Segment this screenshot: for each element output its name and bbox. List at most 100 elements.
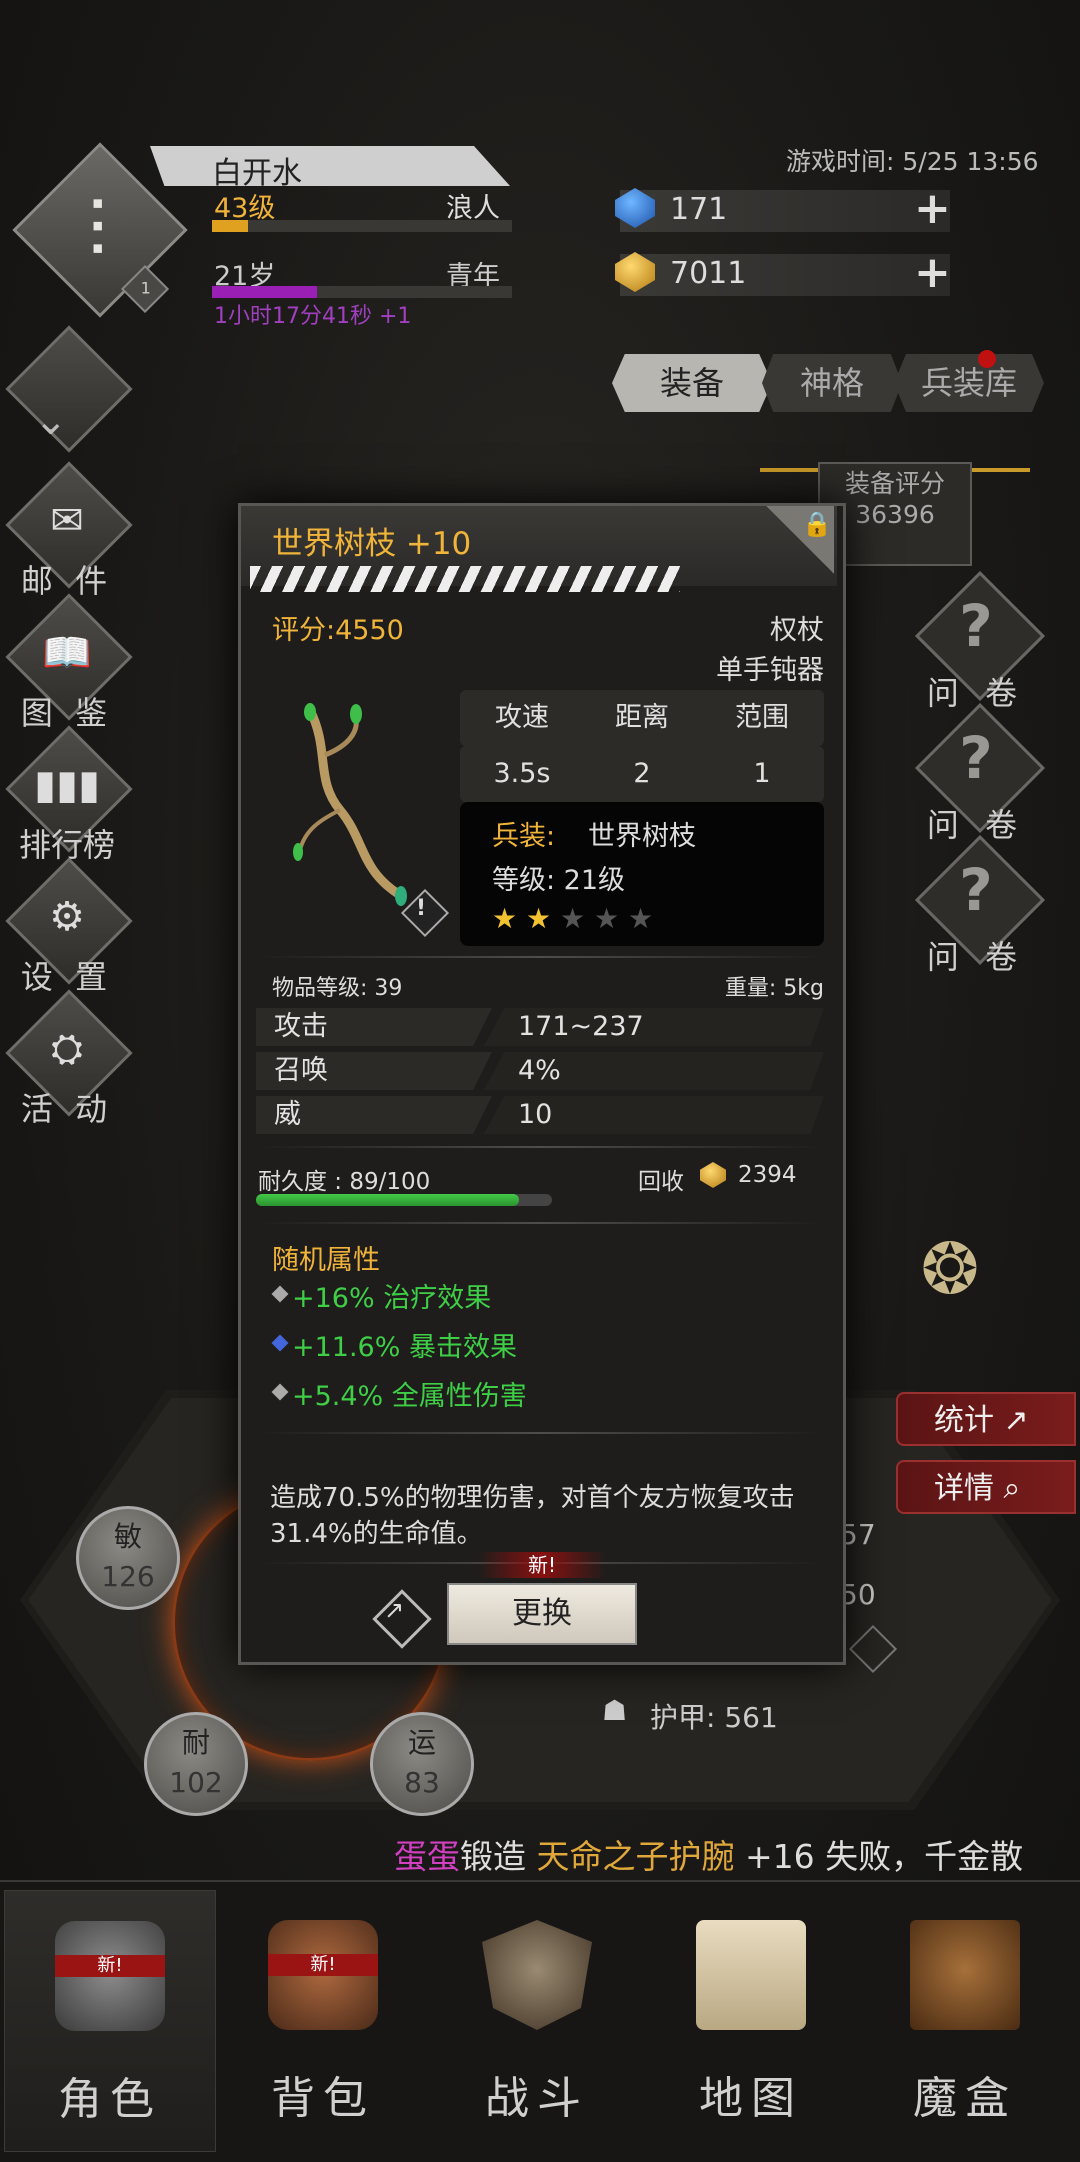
- game-clock: 游戏时间: 5/25 13:56: [786, 147, 1039, 176]
- ranking-icon: ▮▮▮: [33, 762, 101, 808]
- attr-row-might: 威 10: [256, 1096, 826, 1136]
- star-filled-icon: ★: [492, 902, 518, 935]
- nav-new-badge: 新!: [268, 1954, 378, 1976]
- random-attr-3: +5.4% 全属性伤害: [292, 1381, 527, 1412]
- new-badge: 新!: [478, 1552, 606, 1578]
- attr-name-attack: 攻击: [256, 1008, 492, 1046]
- details-button[interactable]: 详情 ⌕: [896, 1460, 1076, 1514]
- add-gems-button[interactable]: +: [914, 187, 951, 231]
- nav-magic-box[interactable]: 魔盒: [860, 1890, 1070, 2150]
- scroll-map-icon: [696, 1920, 806, 2030]
- item-level: 物品等级: 39: [272, 976, 403, 1001]
- divider: [260, 956, 820, 958]
- attr-row-summon: 召唤 4%: [256, 1052, 826, 1092]
- age-bar-fill: [212, 286, 317, 298]
- item-weight: 重量: 5kg: [724, 976, 824, 1001]
- claw-icon: ⫶: [87, 184, 107, 277]
- star-empty-icon: ★: [594, 902, 620, 935]
- name-plate: [150, 146, 510, 186]
- lock-icon: 🔒: [802, 510, 832, 538]
- exclamation-icon: !: [416, 896, 427, 921]
- nav-battle[interactable]: 战斗: [432, 1890, 642, 2150]
- stats-button[interactable]: 统计 ↗: [896, 1392, 1076, 1446]
- item-score: 评分:4550: [272, 615, 404, 646]
- sidebar-label-events: 活 动: [20, 1090, 114, 1128]
- star-empty-icon: ★: [560, 902, 586, 935]
- weapon-info-box: 兵装: 世界树枝 等级: 21级 ★ ★ ★ ★ ★: [460, 802, 824, 946]
- weapon-label: 兵装:: [492, 821, 556, 852]
- attr-row-attack: 攻击 171~237: [256, 1008, 826, 1048]
- questionnaire-label-3: 问 卷: [926, 938, 1026, 976]
- nav-label-backpack: 背包: [271, 2073, 375, 2124]
- item-title: 世界树枝 +10: [272, 526, 472, 562]
- anvil-icon: ⛭: [51, 1026, 83, 1072]
- nav-backpack[interactable]: 新! 背包: [218, 1890, 428, 2150]
- durability-label: 耐久度 : 89/100: [258, 1169, 431, 1195]
- chevron-down-icon: ⌄: [34, 398, 68, 444]
- attribute-endurance[interactable]: 耐 102: [144, 1712, 248, 1816]
- attr-name-summon: 召唤: [256, 1052, 492, 1090]
- nav-map[interactable]: 地图: [646, 1890, 856, 2150]
- gold-count: 7011: [670, 256, 747, 291]
- equipment-score-label: 装备评分: [844, 469, 945, 498]
- question-icon: ?: [959, 856, 993, 924]
- nav-new-badge: 新!: [55, 1955, 165, 1977]
- stat-header-area: 范围: [735, 702, 789, 733]
- stat-header-range: 距离: [615, 702, 669, 733]
- ticker-user: 蛋蛋: [394, 1837, 460, 1876]
- attribute-agility[interactable]: 敏 126: [76, 1506, 180, 1610]
- attribute-luck[interactable]: 运 83: [370, 1712, 474, 1816]
- stat-header-row: 攻速 距离 范围: [460, 690, 824, 746]
- recycle-value: 2394: [738, 1162, 797, 1188]
- question-icon: ?: [959, 592, 993, 660]
- weapon-name: 世界树枝: [588, 821, 696, 852]
- armor-value: 护甲: 561: [650, 1701, 778, 1734]
- nav-label-map: 地图: [699, 2073, 803, 2124]
- ticker-rest: +16 失败，千金散: [734, 1837, 1024, 1876]
- question-icon: ?: [959, 724, 993, 792]
- gear-icon: ⚙: [49, 894, 85, 940]
- star-empty-icon: ★: [628, 902, 654, 935]
- tab-equipment[interactable]: 装备: [612, 354, 772, 412]
- notification-dot: [978, 350, 996, 368]
- wing-emblem-icon[interactable]: ❂: [900, 1228, 1000, 1338]
- divider: [260, 1432, 820, 1434]
- recycle-label: 回收: [638, 1169, 684, 1195]
- random-attr-1: +16% 治疗效果: [292, 1283, 492, 1314]
- item-description: 造成70.5%的物理伤害，对首个友方恢复攻击31.4%的生命值。: [270, 1483, 795, 1549]
- stat-value-speed: 3.5s: [493, 758, 551, 789]
- attr-value-attack: 171~237: [484, 1008, 824, 1046]
- weapon-stars: ★ ★ ★ ★ ★: [492, 902, 692, 936]
- armor-icon: ☗: [602, 1694, 628, 1727]
- nav-character[interactable]: 新! 角色: [4, 1890, 216, 2152]
- tab-armory[interactable]: 兵装库: [894, 354, 1044, 412]
- stat-value-area: 1: [753, 758, 771, 789]
- magic-box-icon: [910, 1920, 1020, 2030]
- add-gold-button[interactable]: +: [914, 251, 951, 295]
- star-filled-icon: ★: [526, 902, 552, 935]
- weapon-level: 等级: 21级: [492, 865, 626, 896]
- level-bar: [212, 220, 512, 232]
- equipment-tabs: 装备 神格 兵装库: [612, 354, 1044, 412]
- nav-label-magic-box: 魔盒: [913, 2073, 1017, 2124]
- swap-button[interactable]: 更换: [447, 1583, 637, 1645]
- share-icon: ↗: [384, 1596, 405, 1624]
- mail-icon: ✉: [50, 498, 84, 544]
- nav-label-battle: 战斗: [485, 2073, 589, 2124]
- trend-icon: ↗: [1003, 1403, 1029, 1438]
- tab-divinity[interactable]: 神格: [762, 354, 902, 412]
- age-timer: 1小时17分41秒 +1: [214, 304, 412, 329]
- enhance-progress-stripes: [250, 566, 680, 592]
- gem-count: 171: [670, 192, 728, 227]
- attr-value-might: 10: [484, 1096, 824, 1134]
- stat-value-row: 3.5s 2 1: [460, 746, 824, 802]
- nav-label-character: 角色: [58, 2074, 162, 2125]
- stat-value-range: 2: [633, 758, 651, 789]
- magnifier-icon: ⌕: [1003, 1471, 1021, 1506]
- stat-header-speed: 攻速: [495, 702, 549, 733]
- durability-bar-fill: [256, 1194, 520, 1206]
- news-ticker: 蛋蛋锻造 天命之子护腕 +16 失败，千金散: [0, 1830, 1080, 1876]
- book-icon: 📖: [42, 630, 92, 676]
- attr-value-summon: 4%: [484, 1052, 824, 1090]
- world-tree-branch-icon: [293, 703, 407, 906]
